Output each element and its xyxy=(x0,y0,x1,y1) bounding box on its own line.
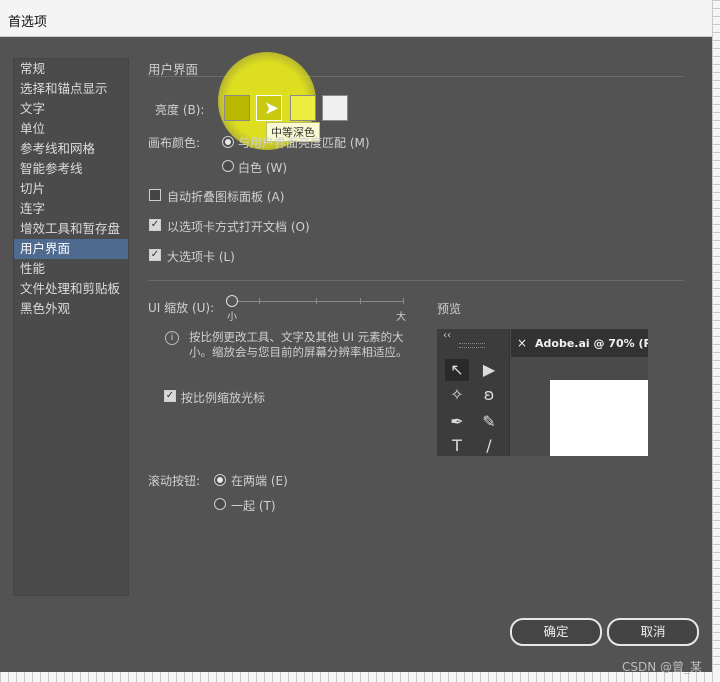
type-tool-icon: T xyxy=(452,436,462,455)
preview-document-tab: × Adobe.ai @ 70% (RGB/ xyxy=(511,329,648,357)
canvas-color-label: 画布颜色: xyxy=(148,136,201,150)
sidebar-item-performance[interactable]: 性能 xyxy=(14,259,128,279)
scroll-together-label: 一起 (T) xyxy=(231,499,276,513)
direct-selection-tool-icon: ▶ xyxy=(482,360,496,379)
ui-scaling-description: 按比例更改工具、文字及其他 UI 元素的大小。缩放会与您目前的屏幕分辨率相适应。 xyxy=(189,330,408,359)
canvas-color-white-radio[interactable] xyxy=(222,160,234,172)
document-tab-name: Adobe.ai @ 70% (RGB/ xyxy=(535,337,648,350)
large-tabs-checkbox[interactable]: ✓ xyxy=(149,249,161,261)
pen-tool-icon: ✒ xyxy=(450,412,464,431)
sidebar-item-user-interface[interactable]: 用户界面 xyxy=(14,239,128,259)
preview-tool-panel: ‹‹ ↖ ▶ ✧ ʚ ✒ ✎ T / xyxy=(437,329,510,456)
collapse-icon: ‹‹ xyxy=(443,330,451,341)
dialog-title: 首选项 xyxy=(8,15,48,30)
ui-scaling-tick xyxy=(259,298,260,304)
magic-wand-tool-icon: ✧ xyxy=(450,385,464,404)
sidebar-item-file-clipboard[interactable]: 文件处理和剪贴板 xyxy=(14,279,128,299)
sidebar-item-general[interactable]: 常规 xyxy=(14,59,128,79)
brightness-swatch-light[interactable] xyxy=(322,95,348,121)
canvas-color-match-label: 与用户界面亮度匹配 (M) xyxy=(238,136,370,150)
line-tool-icon: / xyxy=(486,436,492,455)
lasso-tool-icon: ʚ xyxy=(483,385,495,404)
scroll-together-radio[interactable] xyxy=(214,498,226,510)
sidebar-item-type[interactable]: 文字 xyxy=(14,99,128,119)
brightness-swatch-dark[interactable] xyxy=(224,95,250,121)
large-tabs-label: 大选项卡 (L) xyxy=(167,250,235,264)
dialog-titlebar: 首选项 xyxy=(0,0,720,37)
ui-scaling-tick xyxy=(316,298,317,304)
brightness-label: 亮度 (B): xyxy=(155,103,205,117)
sidebar-item-units[interactable]: 单位 xyxy=(14,119,128,139)
auto-collapse-checkbox[interactable] xyxy=(149,189,161,201)
brightness-swatch-medium-light[interactable] xyxy=(290,95,316,121)
ui-scaling-label: UI 缩放 (U): xyxy=(148,301,215,315)
canvas-color-match-radio[interactable] xyxy=(222,136,234,148)
ui-scaling-min-label: 小 xyxy=(227,312,237,323)
sidebar-item-slices[interactable]: 切片 xyxy=(14,179,128,199)
preferences-sidebar: 常规 选择和锚点显示 文字 单位 参考线和网格 智能参考线 切片 连字 增效工具… xyxy=(13,58,129,596)
preview-label: 预览 xyxy=(437,302,462,316)
ui-scaling-max-label: 大 xyxy=(396,312,406,323)
scroll-both-ends-radio[interactable] xyxy=(214,474,226,486)
scroll-both-ends-label: 在两端 (E) xyxy=(231,474,288,488)
sidebar-item-plugins-scratch[interactable]: 增效工具和暂存盘 xyxy=(14,219,128,239)
open-as-tabs-checkbox[interactable]: ✓ xyxy=(149,219,161,231)
panel-grip xyxy=(459,343,485,348)
sidebar-item-guides-grid[interactable]: 参考线和网格 xyxy=(14,139,128,159)
curvature-tool-icon: ✎ xyxy=(482,412,496,431)
selection-tool-icon: ↖ xyxy=(445,359,469,381)
watermark: CSDN @曾_某 xyxy=(622,660,703,674)
background-grid-bottom xyxy=(0,672,720,682)
preview-panel: ‹‹ ↖ ▶ ✧ ʚ ✒ ✎ T / × Adobe.ai @ 70% (RGB… xyxy=(437,329,648,456)
open-as-tabs-label: 以选项卡方式打开文档 (O) xyxy=(167,220,310,234)
ui-scaling-tick xyxy=(403,298,404,304)
sidebar-item-smart-guides[interactable]: 智能参考线 xyxy=(14,159,128,179)
ui-scaling-slider[interactable] xyxy=(226,295,238,307)
info-icon: i xyxy=(165,331,179,345)
close-icon: × xyxy=(517,336,528,350)
canvas-color-white-label: 白色 (W) xyxy=(238,161,288,175)
auto-collapse-label: 自动折叠图标面板 (A) xyxy=(167,190,285,204)
scroll-buttons-label: 滚动按钮: xyxy=(148,474,201,488)
section-divider-2 xyxy=(148,280,684,281)
cancel-button[interactable]: 取消 xyxy=(607,618,699,646)
ui-scaling-track[interactable] xyxy=(232,301,404,302)
ok-button[interactable]: 确定 xyxy=(510,618,602,646)
scale-cursor-label: 按比例缩放光标 xyxy=(181,391,266,405)
background-grid xyxy=(712,0,720,682)
sidebar-item-hyphenation[interactable]: 连字 xyxy=(14,199,128,219)
ui-scaling-tick xyxy=(360,298,361,304)
scale-cursor-checkbox[interactable]: ✓ xyxy=(164,390,176,402)
mouse-pointer-icon: ➤ xyxy=(264,98,280,119)
preview-artboard xyxy=(550,380,648,456)
sidebar-item-selection-anchor[interactable]: 选择和锚点显示 xyxy=(14,79,128,99)
sidebar-item-black-appearance[interactable]: 黑色外观 xyxy=(14,299,128,319)
